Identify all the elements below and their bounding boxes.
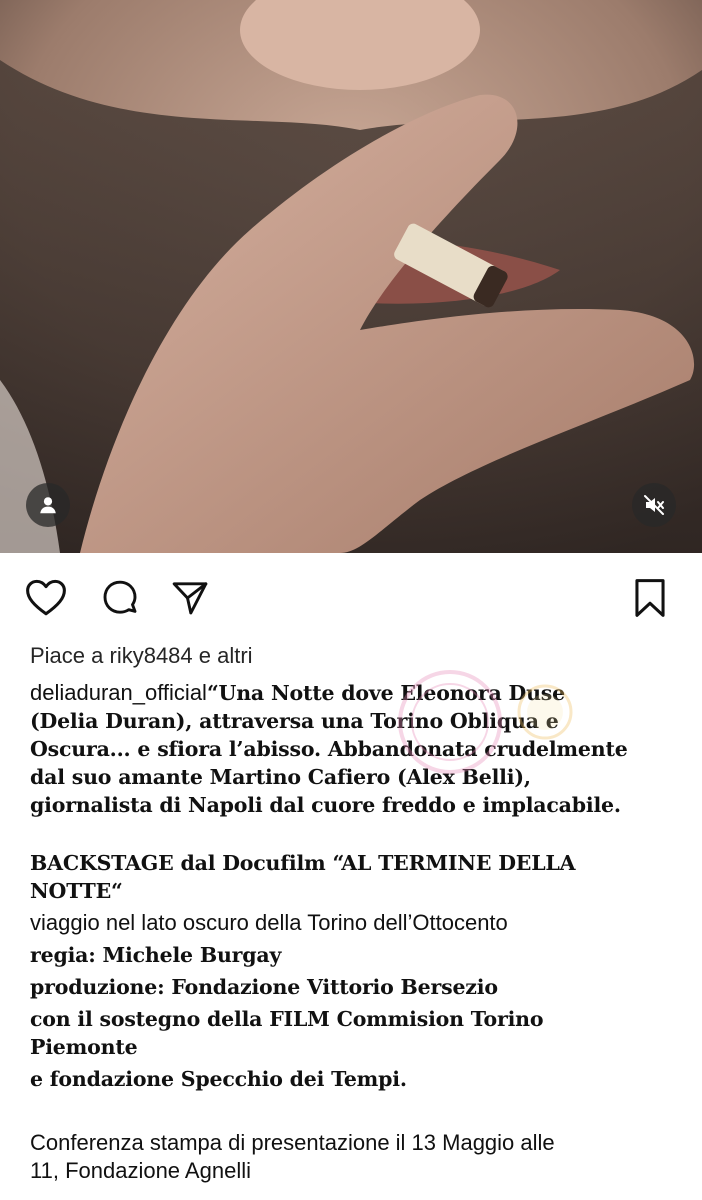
save-button[interactable] — [628, 576, 672, 620]
post-caption: deliaduran_official“Una Notte dove Eleon… — [30, 679, 680, 1185]
backstage-line: NOTTE“ — [30, 879, 123, 903]
post-media[interactable] — [0, 0, 702, 553]
bookmark-icon — [635, 579, 665, 617]
conference-line: Conferenza stampa di presentazione il 13… — [30, 1130, 555, 1155]
comment-icon — [103, 580, 137, 614]
backstage-line: BACKSTAGE dal Docufilm “AL TERMINE DELLA — [30, 851, 576, 875]
post-actions — [0, 572, 702, 624]
volume-muted-icon — [644, 495, 664, 515]
tagged-users-button[interactable] — [26, 483, 70, 527]
caption-line: (Delia Duran), attraversa una Torino Obl… — [30, 709, 559, 733]
caption-username[interactable]: deliaduran_official — [30, 680, 207, 705]
credit-line: produzione: Fondazione Vittorio Bersezio — [30, 975, 498, 999]
likes-text[interactable]: Piace a riky8484 e altri — [30, 643, 253, 669]
user-icon — [40, 497, 56, 514]
caption-line: giornalista di Napoli dal cuore freddo e… — [30, 793, 621, 817]
caption-line: dal suo amante Martino Cafiero (Alex Bel… — [30, 765, 531, 789]
subtitle-line: viaggio nel lato oscuro della Torino del… — [30, 910, 508, 935]
credit-line: Piemonte — [30, 1035, 138, 1059]
like-button[interactable] — [24, 576, 68, 620]
caption-line: “Una Notte dove Eleonora Duse — [206, 681, 565, 705]
conference-line: 11, Fondazione Agnelli — [30, 1158, 251, 1183]
credit-line: regia: Michele Burgay — [30, 943, 282, 967]
post-photo — [0, 0, 702, 553]
send-icon — [172, 582, 208, 615]
mute-button[interactable] — [632, 483, 676, 527]
caption-line: Oscura... e sfiora l’abisso. Abbandonata… — [30, 737, 628, 761]
credit-line: con il sostegno della FILM Commision Tor… — [30, 1007, 544, 1031]
share-button[interactable] — [168, 576, 212, 620]
comment-button[interactable] — [98, 576, 142, 620]
heart-icon — [26, 579, 66, 616]
credit-line: e fondazione Specchio dei Tempi. — [30, 1067, 407, 1091]
